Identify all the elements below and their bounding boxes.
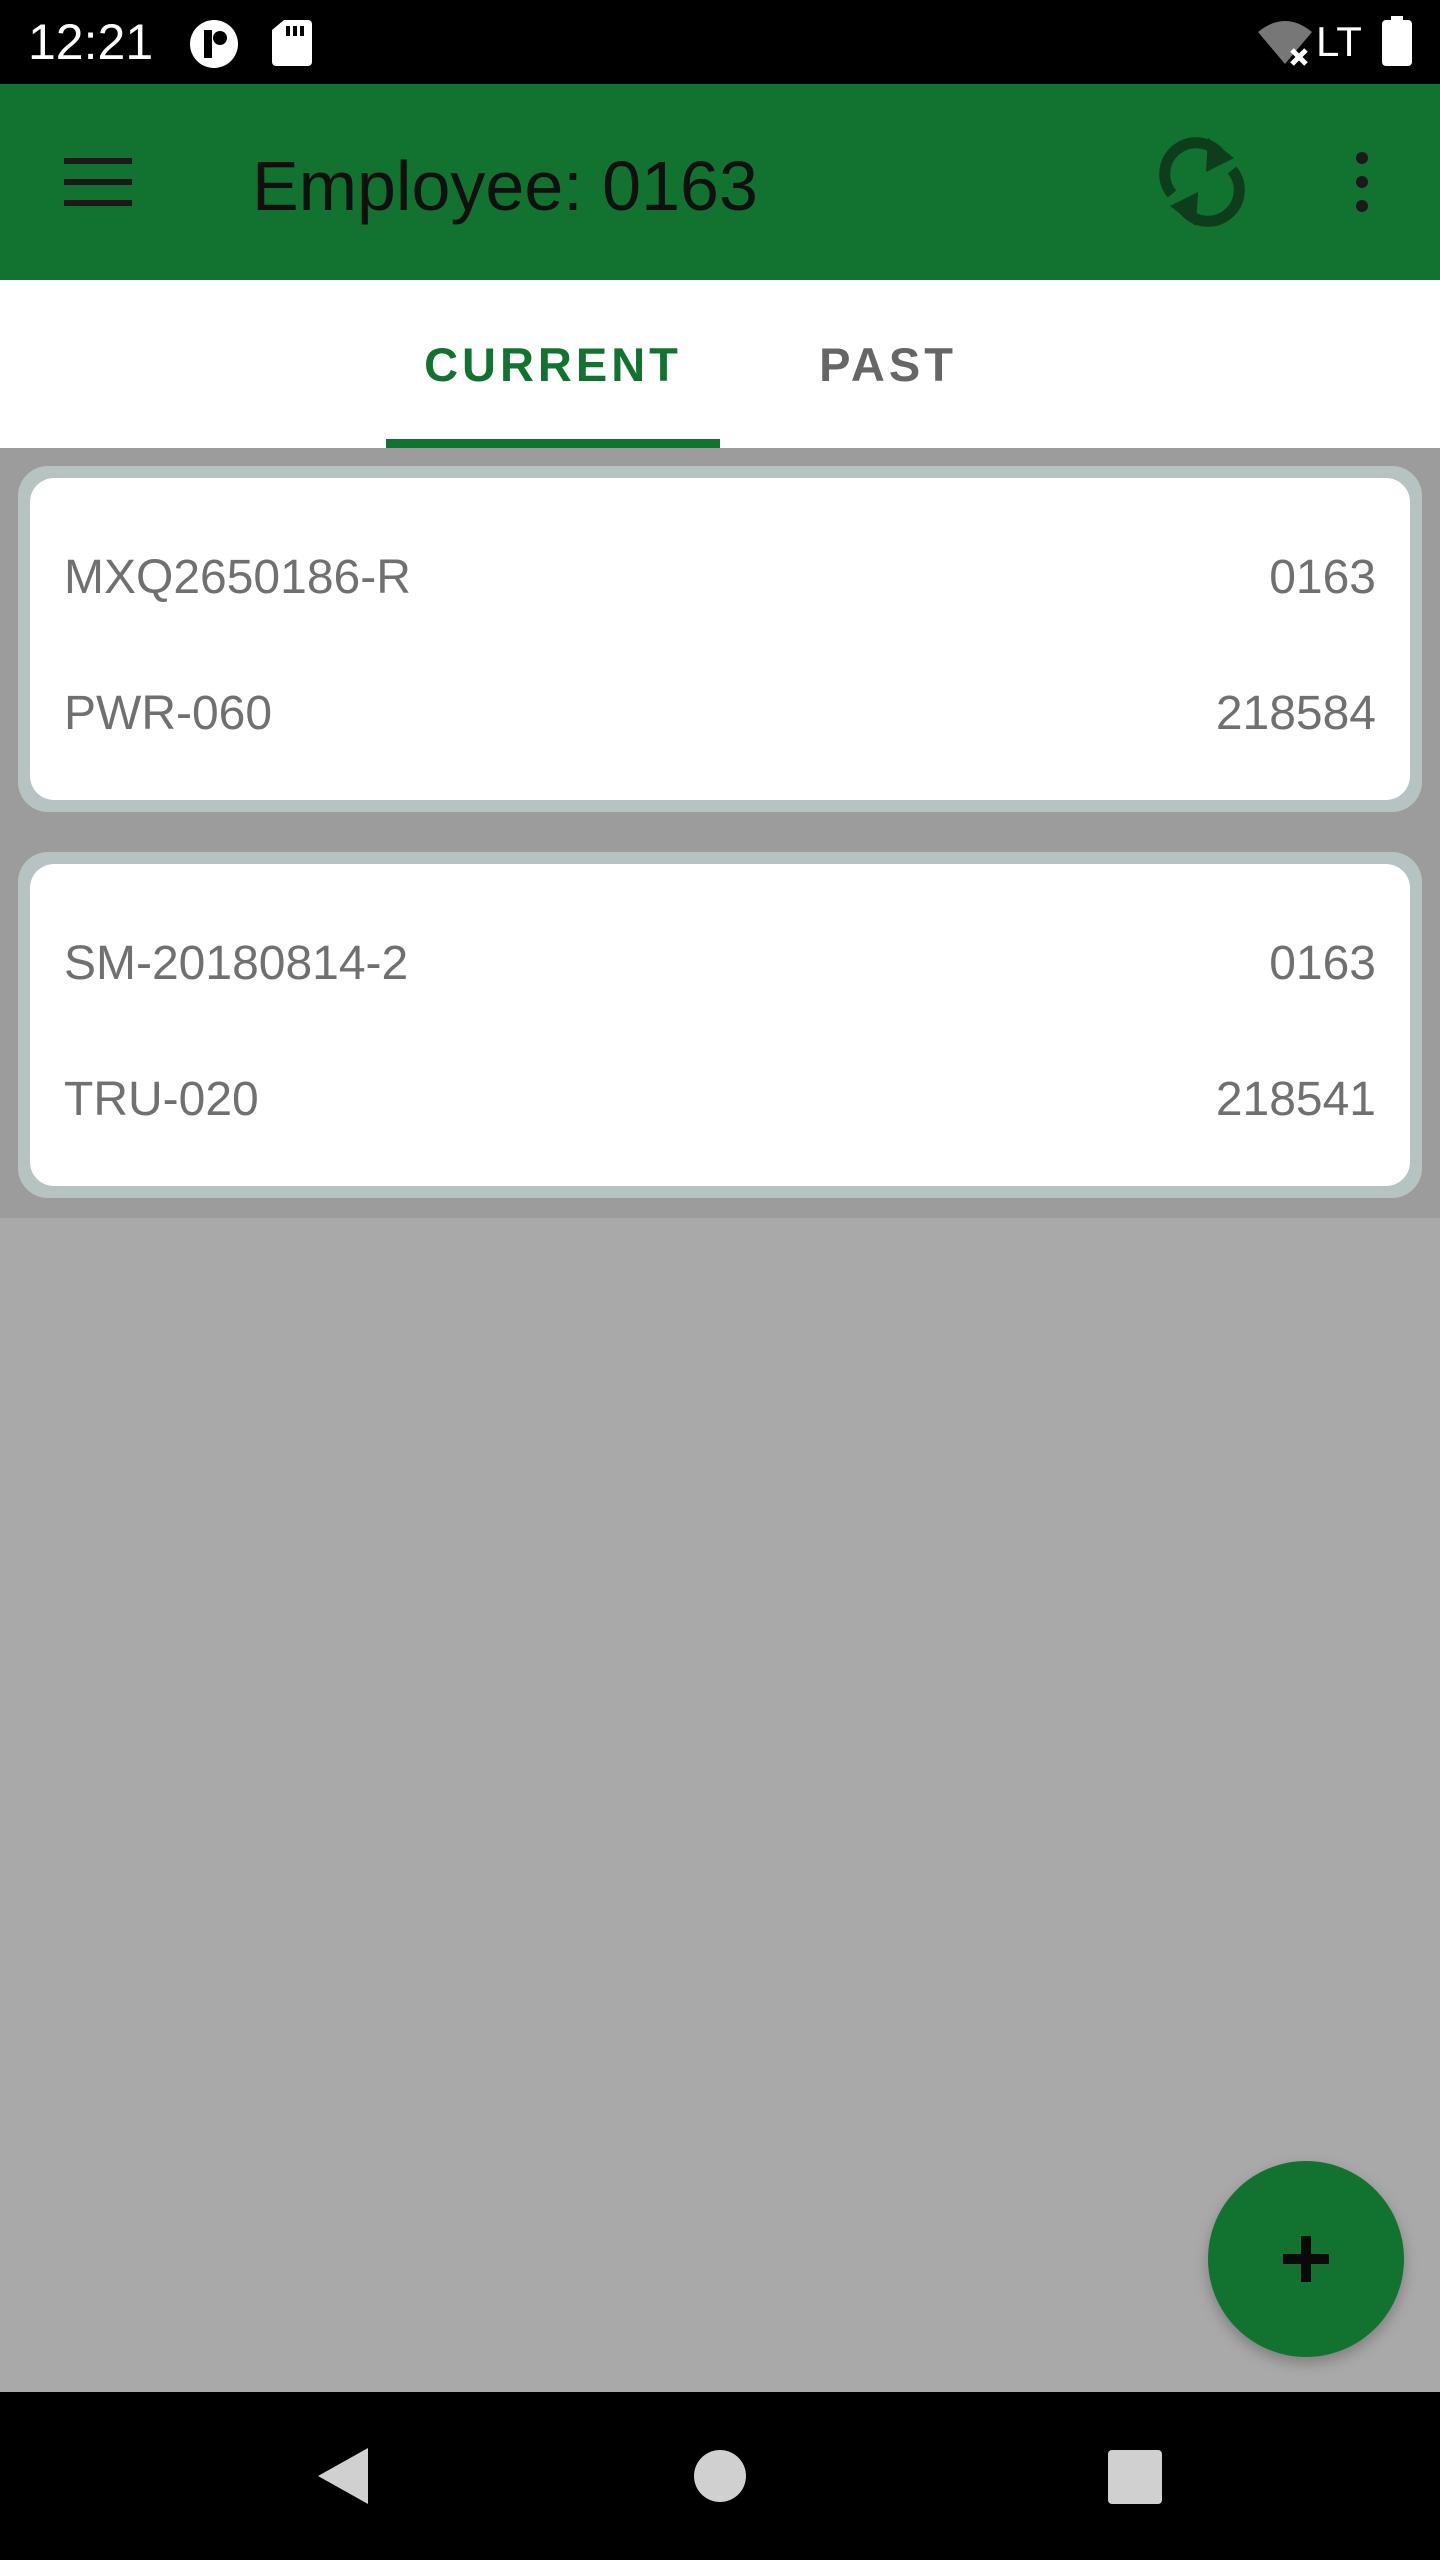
sd-card-icon — [272, 20, 312, 66]
battery-icon — [1382, 16, 1412, 66]
page-title: Employee: 0163 — [252, 147, 758, 225]
add-icon — [1283, 2236, 1329, 2282]
system-nav-bar — [0, 2392, 1440, 2560]
wifi-off-icon — [1258, 21, 1312, 66]
item-id: MXQ2650186-R — [64, 551, 411, 604]
recents-icon[interactable] — [1108, 2450, 1162, 2504]
more-vert-icon[interactable] — [1350, 152, 1374, 212]
item-number: 218584 — [1215, 687, 1376, 740]
item-code: PWR-060 — [64, 687, 273, 740]
status-bar: 12:21 LTE — [0, 0, 1440, 84]
item-list: MXQ2650186-R 0163 PWR-060 218584 SM-2018… — [0, 448, 1440, 1218]
tab-current[interactable]: CURRENT — [386, 280, 720, 448]
tab-indicator — [386, 439, 720, 448]
network-type-label: LTE — [1316, 18, 1364, 65]
add-button[interactable] — [1208, 2161, 1404, 2357]
sync-status-icon — [190, 20, 238, 68]
card-body: MXQ2650186-R 0163 PWR-060 218584 — [30, 478, 1410, 800]
status-time: 12:21 — [28, 14, 154, 70]
tab-bar: CURRENT PAST — [0, 280, 1440, 448]
back-icon[interactable] — [316, 2446, 370, 2506]
list-item[interactable]: SM-20180814-2 0163 TRU-020 218541 — [18, 852, 1422, 1198]
home-icon[interactable] — [694, 2450, 746, 2502]
item-employee: 0163 — [1269, 551, 1376, 604]
app-bar: Employee: 0163 — [0, 84, 1440, 280]
card-body: SM-20180814-2 0163 TRU-020 218541 — [30, 864, 1410, 1186]
item-code: TRU-020 — [64, 1073, 259, 1126]
item-id: SM-20180814-2 — [64, 937, 409, 990]
item-employee: 0163 — [1269, 937, 1376, 990]
item-number: 218541 — [1215, 1073, 1376, 1126]
refresh-icon[interactable] — [1158, 130, 1246, 234]
tab-past[interactable]: PAST — [760, 280, 1016, 448]
list-item[interactable]: MXQ2650186-R 0163 PWR-060 218584 — [18, 466, 1422, 812]
menu-icon[interactable] — [64, 154, 132, 210]
